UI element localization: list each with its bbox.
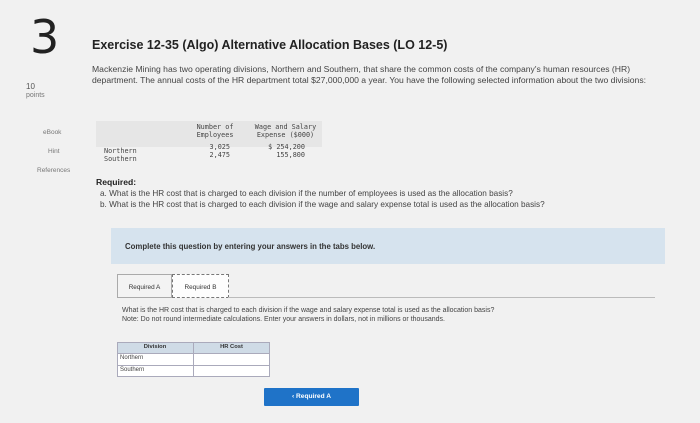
answer-row-southern: Southern <box>118 364 269 376</box>
required-b-text: b. What is the HR cost that is charged t… <box>100 200 545 209</box>
references-link[interactable]: References <box>37 167 70 174</box>
tab-required-a[interactable]: Required A <box>117 274 172 298</box>
answer-row-northern: Northern <box>118 353 269 365</box>
active-question: What is the HR cost that is charged to e… <box>122 306 642 324</box>
required-a-text: a. What is the HR cost that is charged t… <box>100 189 513 198</box>
instructions-text: Complete this question by entering your … <box>125 242 376 251</box>
answer-grid-header: Division HR Cost <box>118 343 269 353</box>
hr-cost-southern-input[interactable] <box>193 365 269 376</box>
hint-link[interactable]: Hint <box>48 148 60 155</box>
problem-intro: Mackenzie Mining has two operating divis… <box>92 64 647 85</box>
ebook-link[interactable]: eBook <box>43 129 61 136</box>
tab-divider <box>228 297 655 298</box>
col-header-division: Division <box>143 344 167 350</box>
answer-grid: Division HR Cost Northern Southern <box>117 342 270 377</box>
employees-southern: 2,475 <box>209 151 230 159</box>
tab-required-b[interactable]: Required B <box>172 274 229 298</box>
hr-cost-northern-input[interactable] <box>193 354 269 365</box>
points-value: 10 <box>26 82 35 91</box>
exercise-title: Exercise 12-35 (Algo) Alternative Alloca… <box>92 38 448 52</box>
required-heading: Required: <box>96 177 137 187</box>
header-wages: Wage and Salary Expense ($000) <box>254 123 317 139</box>
question-number: 3 <box>30 10 60 64</box>
active-question-note: Note: Do not round intermediate calculat… <box>122 316 445 323</box>
active-question-text: What is the HR cost that is charged to e… <box>122 307 495 314</box>
division-southern: Southern <box>120 366 145 373</box>
division-northern: Northern <box>120 355 144 361</box>
wages-southern: 155,800 <box>276 151 305 159</box>
col-header-hr-cost: HR Cost <box>193 343 269 353</box>
prev-required-a-button[interactable]: ‹ Required A <box>264 388 359 406</box>
header-employees: Number of Employees <box>196 123 234 139</box>
row-label-southern: Southern <box>104 155 137 163</box>
points-label: points <box>26 92 45 99</box>
